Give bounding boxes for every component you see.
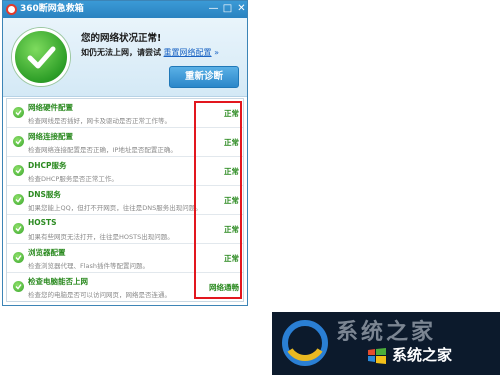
check-desc: 检查网络连接配置是否正确，IP地址是否配置正确。 <box>28 146 177 154</box>
check-desc: 检查网线是否插好，网卡及驱动是否正常工作等。 <box>28 117 171 125</box>
check-desc: 如果有些网页无法打开，往往是HOSTS出现问题。 <box>28 233 174 241</box>
check-ok-icon <box>13 252 24 263</box>
watermark: 系统之家 系统之家 <box>272 312 500 375</box>
check-name: 浏览器配置 <box>28 248 66 257</box>
window-title: 360断网急救箱 <box>20 4 84 14</box>
check-result: 正常 <box>224 225 239 234</box>
check-row: HOSTS 如果有些网页无法打开，往往是HOSTS出现问题。 正常 <box>7 215 243 244</box>
minimize-button[interactable]: — <box>207 3 220 15</box>
check-desc: 检查您的电脑是否可以访问网页，网络是否连通。 <box>28 291 171 299</box>
check-row: 网络硬件配置 检查网线是否插好，网卡及驱动是否正常工作等。 正常 <box>7 99 243 128</box>
maximize-button[interactable]: □ <box>221 3 234 15</box>
check-row: DHCP服务 检查DHCP服务是否正常工作。 正常 <box>7 157 243 186</box>
check-ok-icon <box>13 136 24 147</box>
check-list: 网络硬件配置 检查网线是否插好，网卡及驱动是否正常工作等。 正常 网络连接配置 … <box>6 98 244 302</box>
check-row: 浏览器配置 检查浏览器代理、Flash插件等配置问题。 正常 <box>7 244 243 273</box>
app-logo-icon <box>6 4 17 15</box>
reset-network-link[interactable]: 重置网络配置 <box>164 48 212 57</box>
app-window: 360断网急救箱 — □ ✕ 您的网络状况正常! 如仍无法上网，请尝试 重置网络… <box>2 0 248 306</box>
status-ok-icon <box>12 28 70 86</box>
rediagnose-button[interactable]: 重新诊断 <box>169 66 239 88</box>
check-desc: 检查DHCP服务是否正常工作。 <box>28 175 118 183</box>
check-result: 正常 <box>224 196 239 205</box>
check-name: HOSTS <box>28 218 57 227</box>
status-header: 您的网络状况正常! 如仍无法上网，请尝试 重置网络配置 » 重新诊断 <box>3 18 247 97</box>
check-ok-icon <box>13 281 24 292</box>
check-name: DNS服务 <box>28 190 61 199</box>
watermark-text: 系统之家 <box>392 346 453 364</box>
check-result: 网络通畅 <box>209 283 239 292</box>
check-result: 正常 <box>224 138 239 147</box>
check-name: 网络连接配置 <box>28 132 73 141</box>
title-bar[interactable]: 360断网急救箱 — □ ✕ <box>3 1 247 18</box>
check-row: DNS服务 如果您能上QQ，但打不开网页，往往是DNS服务出现问题。 正常 <box>7 186 243 215</box>
reset-arrow-icon[interactable]: » <box>214 48 219 57</box>
check-result: 正常 <box>224 109 239 118</box>
status-hint: 如仍无法上网，请尝试 重置网络配置 » <box>81 47 219 58</box>
check-desc: 如果您能上QQ，但打不开网页，往往是DNS服务出现问题。 <box>28 204 200 212</box>
check-row: 检查电脑能否上网 检查您的电脑是否可以访问网页，网络是否连通。 网络通畅 <box>7 273 243 302</box>
check-ok-icon <box>13 107 24 118</box>
check-row: 网络连接配置 检查网络连接配置是否正确，IP地址是否配置正确。 正常 <box>7 128 243 157</box>
windows-logo-icon <box>368 348 386 364</box>
check-result: 正常 <box>224 254 239 263</box>
check-ok-icon <box>13 194 24 205</box>
check-result: 正常 <box>224 167 239 176</box>
watermark-logo-icon <box>282 320 328 366</box>
status-title: 您的网络状况正常! <box>81 33 162 44</box>
retry-prefix: 如仍无法上网，请尝试 <box>81 48 161 57</box>
check-ok-icon <box>13 165 24 176</box>
close-button[interactable]: ✕ <box>235 3 247 15</box>
check-desc: 检查浏览器代理、Flash插件等配置问题。 <box>28 262 150 270</box>
check-name: 检查电脑能否上网 <box>28 277 88 286</box>
watermark-big-text: 系统之家 <box>336 319 437 345</box>
check-ok-icon <box>13 223 24 234</box>
check-name: 网络硬件配置 <box>28 103 73 112</box>
check-name: DHCP服务 <box>28 161 67 170</box>
